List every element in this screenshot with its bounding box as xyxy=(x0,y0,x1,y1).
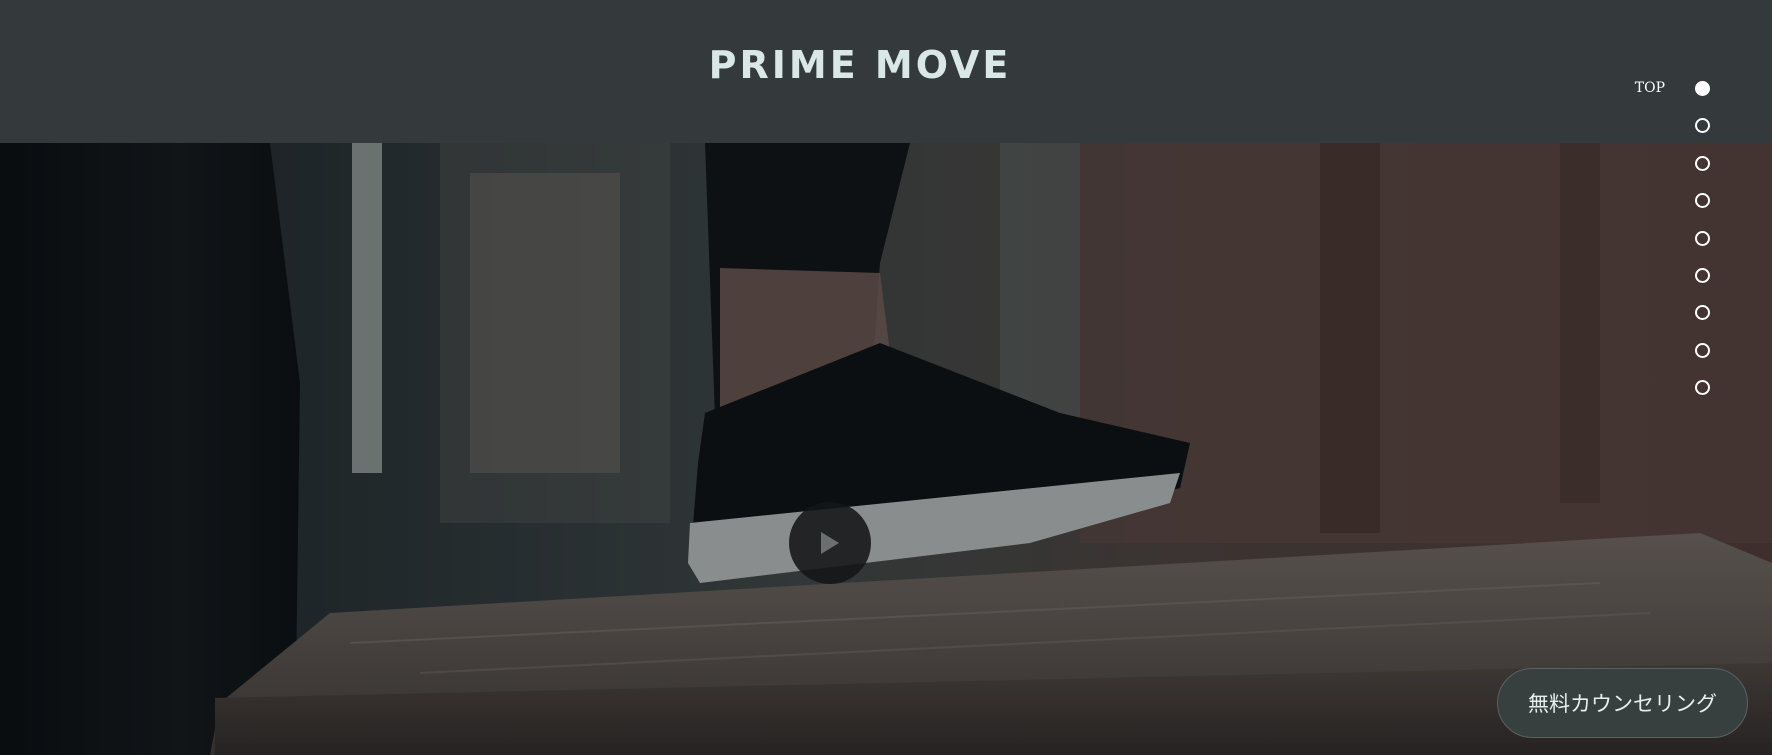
dot-icon xyxy=(1695,192,1710,208)
dot-icon xyxy=(1695,379,1710,395)
site-logo[interactable]: PRIME MOVE xyxy=(0,43,1720,87)
hero-video xyxy=(0,143,1772,755)
dot-nav-item[interactable] xyxy=(1695,228,1710,248)
free-counseling-button[interactable]: 無料カウンセリング xyxy=(1497,668,1748,738)
hero-video-frame xyxy=(0,143,1772,755)
dot-nav-item[interactable] xyxy=(1695,340,1710,360)
play-icon xyxy=(821,532,839,554)
dot-nav-item[interactable] xyxy=(1695,153,1710,173)
site-header: PRIME MOVE xyxy=(0,0,1772,143)
video-play-button[interactable] xyxy=(789,502,871,584)
page: PRIME MOVE TOP 無料カウンセリング xyxy=(0,0,1772,755)
dot-nav-item[interactable] xyxy=(1695,377,1710,397)
dot-icon xyxy=(1695,267,1710,283)
dot-active-icon xyxy=(1695,80,1710,96)
dot-nav-item[interactable] xyxy=(1695,190,1710,210)
dot-icon xyxy=(1695,342,1710,358)
dot-nav-label: TOP xyxy=(1634,80,1665,96)
dot-nav-item[interactable] xyxy=(1695,265,1710,285)
dot-icon xyxy=(1695,304,1710,320)
dot-icon xyxy=(1695,155,1710,171)
dot-nav-item[interactable] xyxy=(1695,115,1710,135)
dot-nav-item-top[interactable]: TOP xyxy=(1635,78,1710,98)
dot-icon xyxy=(1695,117,1710,133)
dot-icon xyxy=(1695,230,1710,246)
dot-nav-item[interactable] xyxy=(1695,302,1710,322)
